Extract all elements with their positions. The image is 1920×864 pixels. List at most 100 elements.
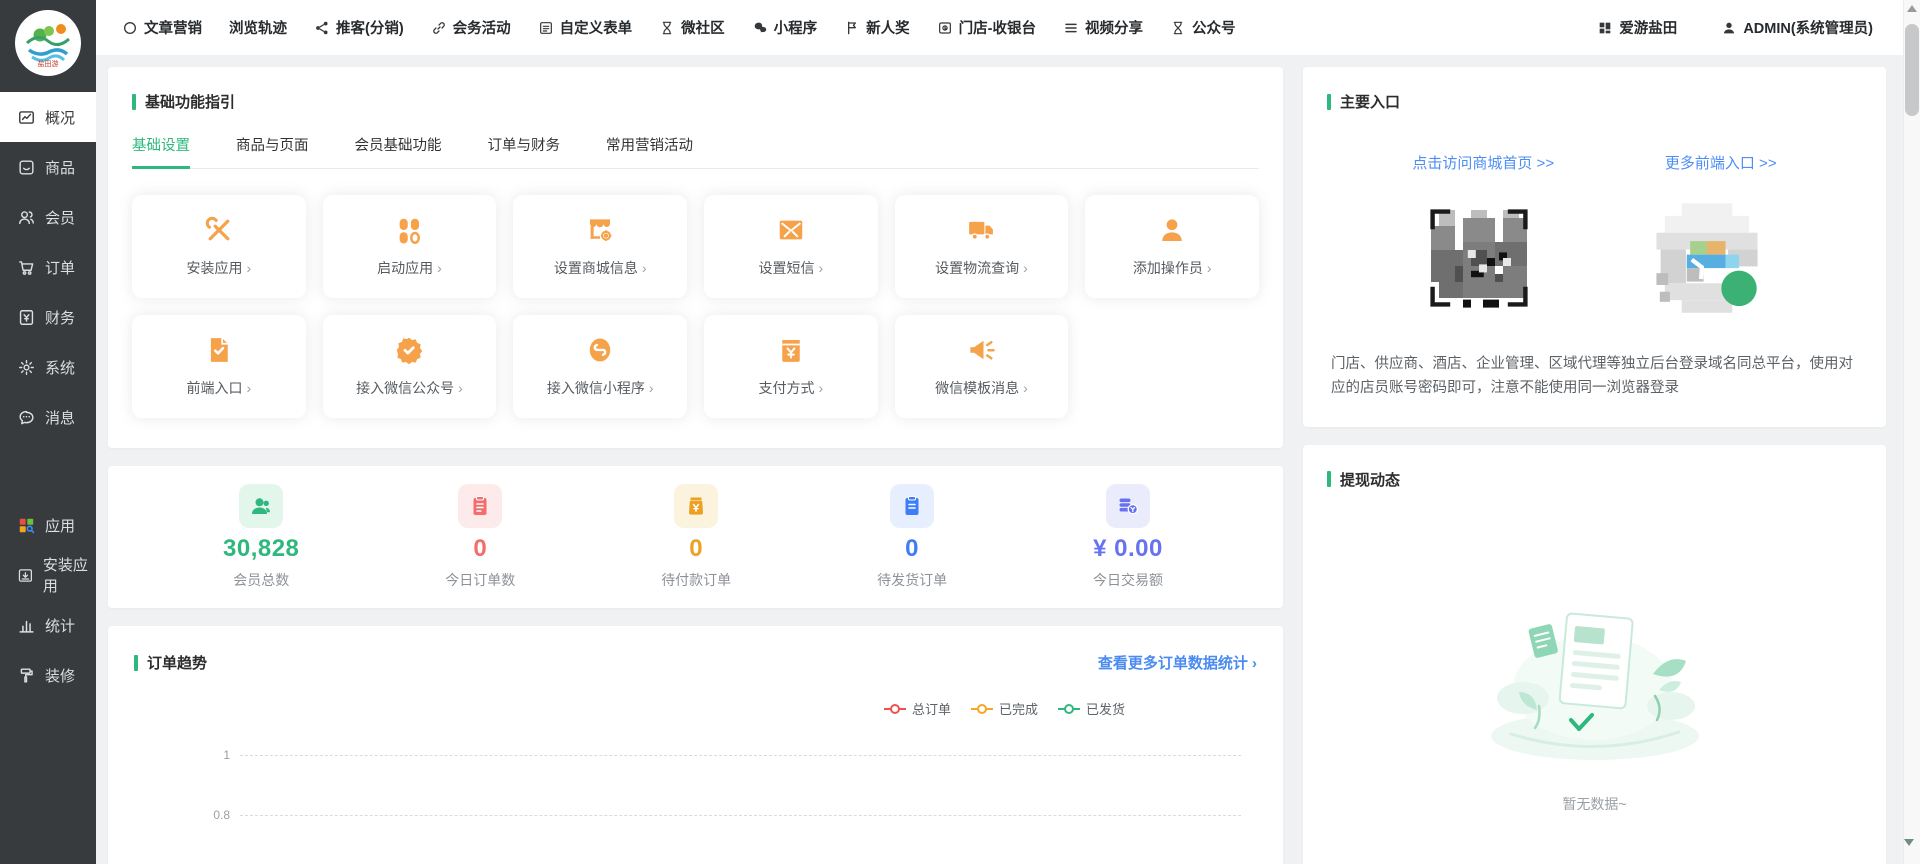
sidebar-item-finance[interactable]: 财务 — [0, 292, 96, 342]
sidebar: 盐田游 概况 商品 会员 订单 财务 系统 消息 应用 安装应用 统计 — [0, 0, 96, 864]
scrollbar-thumb[interactable] — [1905, 24, 1919, 116]
nav-micro-community[interactable]: 微社区 — [659, 17, 725, 38]
guide-card-install-app[interactable]: 安装应用› — [132, 195, 306, 298]
gridline — [240, 755, 1241, 756]
legend-shipped[interactable]: 已发货 — [1058, 699, 1125, 718]
nav-custom-form[interactable]: 自定义表单 — [538, 17, 633, 38]
legend-total-orders[interactable]: 总订单 — [884, 699, 951, 718]
guide-card-launch-app[interactable]: 启动应用› — [323, 195, 497, 298]
sidebar-item-overview[interactable]: 概况 — [0, 92, 96, 142]
nav-article-marketing[interactable]: 文章营销 — [122, 17, 202, 38]
sidebar-item-label: 概况 — [45, 107, 75, 128]
stat-pending-shipment: 0 待发货订单 — [877, 484, 947, 590]
guide-card-label: 接入微信小程序› — [547, 378, 654, 398]
main-content: 基础功能指引 基础设置 商品与页面 会员基础功能 订单与财务 常用营销活动 安装… — [96, 56, 1903, 864]
guide-card-template-message[interactable]: 微信模板消息› — [895, 315, 1069, 418]
nav-label: 视频分享 — [1085, 17, 1143, 38]
sidebar-item-label: 统计 — [45, 615, 75, 636]
more-order-stats-link[interactable]: 查看更多订单数据统计 › — [1098, 652, 1257, 673]
guide-card-add-operator[interactable]: 添加操作员› — [1085, 195, 1259, 298]
page-scrollbar[interactable] — [1903, 0, 1920, 864]
sidebar-item-label: 商品 — [45, 157, 75, 178]
guide-card-grid: 安装应用› 启动应用› 设置商城信息› 设置短信› 设置物流查询› — [132, 195, 1259, 418]
more-frontend-entry-link[interactable]: 更多前端入口 >> — [1665, 152, 1777, 173]
scroll-up-arrow-icon[interactable] — [1904, 0, 1920, 17]
guide-card-label: 微信模板消息› — [935, 378, 1028, 398]
tab-basic-settings[interactable]: 基础设置 — [132, 134, 190, 168]
chevron-right-icon: › — [818, 260, 823, 276]
guide-card-label: 设置商城信息› — [554, 258, 647, 278]
chevron-right-icon: › — [649, 380, 654, 396]
doc-check-icon — [204, 335, 234, 365]
scroll-down-arrow-icon[interactable] — [1904, 846, 1920, 864]
admin-account-menu[interactable]: ADMIN(系统管理员) — [1721, 17, 1873, 38]
tab-orders-finance[interactable]: 订单与财务 — [488, 134, 561, 168]
finance-icon — [17, 308, 36, 327]
svg-text:盐田游: 盐田游 — [38, 59, 59, 68]
guide-card-logistics[interactable]: 设置物流查询› — [895, 195, 1069, 298]
person-icon — [1157, 215, 1187, 245]
gridline-row: 0.8 — [134, 808, 1241, 822]
sidebar-item-members[interactable]: 会员 — [0, 192, 96, 242]
nav-label: 新人奖 — [866, 17, 910, 38]
nav-promoter-distribution[interactable]: 推客(分销) — [314, 17, 404, 38]
nav-label: 浏览轨迹 — [229, 17, 287, 38]
right-column: 主要入口 点击访问商城首页 >> 更多前端入口 >> — [1303, 67, 1886, 864]
y-axis-tick: 1 — [134, 748, 230, 762]
nav-store-pos[interactable]: 门店-收银台 — [937, 17, 1036, 38]
megaphone-icon — [966, 335, 996, 365]
stat-label: 待付款订单 — [661, 570, 731, 590]
tab-member-basics[interactable]: 会员基础功能 — [355, 134, 442, 168]
chevron-right-icon: › — [246, 260, 251, 276]
sidebar-item-decorate[interactable]: 装修 — [0, 650, 96, 700]
nav-conference-activity[interactable]: 会务活动 — [431, 17, 511, 38]
install-icon — [17, 566, 34, 585]
mall-home-qr-code[interactable] — [1423, 202, 1535, 314]
sidebar-item-system[interactable]: 系统 — [0, 342, 96, 392]
store-switcher[interactable]: 爱游盐田 — [1597, 17, 1677, 38]
bar-chart-icon — [17, 616, 36, 635]
stat-member-total: 30,828 会员总数 — [223, 484, 299, 590]
guide-card-label: 设置物流查询› — [935, 258, 1028, 278]
sidebar-item-statistics[interactable]: 统计 — [0, 600, 96, 650]
tab-marketing-activities[interactable]: 常用营销活动 — [606, 134, 693, 168]
nav-video-share[interactable]: 视频分享 — [1063, 17, 1143, 38]
nav-mini-program[interactable]: 小程序 — [752, 17, 818, 38]
chevron-right-icon: › — [818, 380, 823, 396]
stat-today-orders: 0 今日订单数 — [445, 484, 515, 590]
sidebar-item-apps[interactable]: 应用 — [0, 500, 96, 550]
sidebar-item-install-apps[interactable]: 安装应用 — [0, 550, 96, 600]
envelope-icon — [776, 215, 806, 245]
empty-state-illustration — [1475, 578, 1715, 768]
overview-icon — [17, 108, 36, 127]
brand-logo[interactable]: 盐田游 — [15, 10, 81, 76]
sidebar-item-messages[interactable]: 消息 — [0, 392, 96, 442]
visit-mall-home-link[interactable]: 点击访问商城首页 >> — [1412, 152, 1554, 173]
nav-label: 门店-收银台 — [959, 17, 1036, 38]
sidebar-item-orders[interactable]: 订单 — [0, 242, 96, 292]
tab-goods-pages[interactable]: 商品与页面 — [236, 134, 309, 168]
guide-card-sms[interactable]: 设置短信› — [704, 195, 878, 298]
qr-row — [1327, 199, 1862, 317]
guide-card-label: 添加操作员› — [1133, 258, 1212, 278]
guide-card-frontend-entry[interactable]: 前端入口› — [132, 315, 306, 418]
frontend-entry-logo[interactable] — [1648, 199, 1766, 317]
order-trend-title: 订单趋势 — [147, 652, 207, 673]
guide-title: 基础功能指引 — [145, 91, 235, 112]
stat-value: 0 — [905, 535, 919, 563]
nav-newcomer-award[interactable]: 新人奖 — [844, 17, 910, 38]
guide-card-label: 安装应用› — [186, 258, 251, 278]
stat-label: 今日订单数 — [445, 570, 515, 590]
chevron-right-icon: › — [437, 260, 442, 276]
nav-official-account[interactable]: 公众号 — [1170, 17, 1236, 38]
legend-completed[interactable]: 已完成 — [971, 699, 1038, 718]
guide-card-wechat-miniprogram[interactable]: 接入微信小程序› — [513, 315, 687, 418]
nav-browse-track[interactable]: 浏览轨迹 — [229, 17, 287, 38]
guide-card-wechat-official[interactable]: 接入微信公众号› — [323, 315, 497, 418]
sidebar-item-goods[interactable]: 商品 — [0, 142, 96, 192]
sidebar-item-label: 安装应用 — [43, 554, 96, 596]
guide-card-payment[interactable]: 支付方式› — [704, 315, 878, 418]
form-icon — [538, 20, 554, 36]
guide-card-mall-info[interactable]: 设置商城信息› — [513, 195, 687, 298]
payment-icon — [776, 335, 806, 365]
